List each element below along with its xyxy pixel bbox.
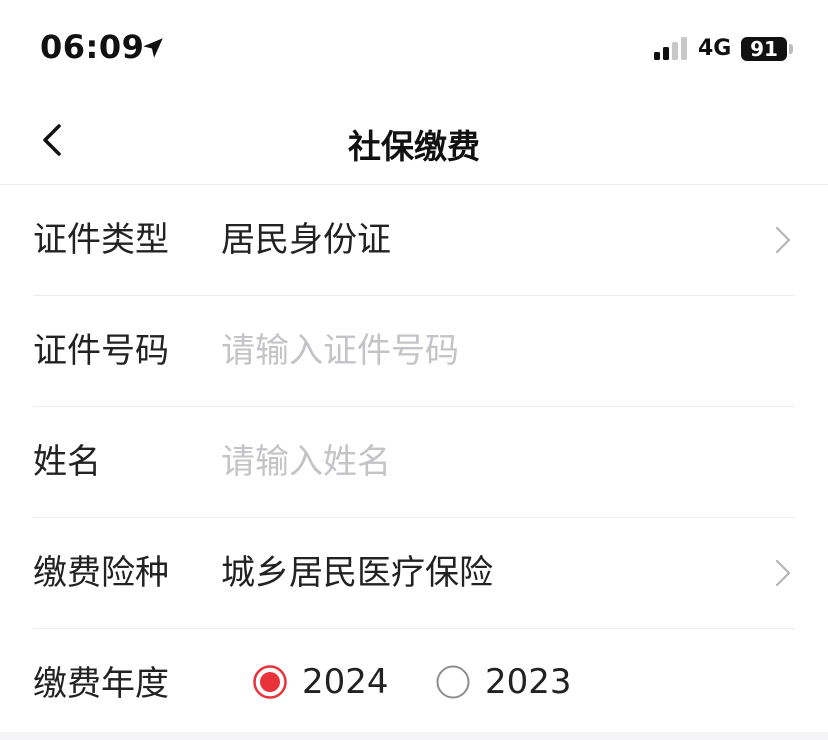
section-separator	[0, 732, 828, 740]
cellular-signal-icon	[654, 37, 687, 60]
id-type-value: 居民身份证	[221, 220, 391, 260]
battery-tip	[789, 44, 793, 54]
id-number-label: 证件号码	[33, 331, 169, 371]
status-bar: 06:09 4G 91	[0, 0, 828, 100]
id-number-row: 证件号码	[33, 296, 795, 407]
battery-level: 91	[750, 37, 778, 61]
payment-year-label: 缴费年度	[33, 664, 169, 704]
insurance-type-row[interactable]: 缴费险种 城乡居民医疗保险	[33, 518, 795, 629]
payment-form: 证件类型 居民身份证 证件号码 姓名 缴费险种 城乡居民医疗保险 缴费年度 20…	[0, 185, 828, 739]
name-input[interactable]	[221, 435, 781, 489]
page-title: 社保缴费	[348, 127, 480, 166]
id-type-row[interactable]: 证件类型 居民身份证	[33, 185, 795, 296]
battery-icon: 91	[741, 37, 787, 61]
id-type-label: 证件类型	[33, 220, 169, 260]
insurance-type-value: 城乡居民医疗保险	[221, 553, 493, 593]
insurance-type-label: 缴费险种	[33, 553, 169, 593]
year-option-label: 2023	[485, 662, 572, 702]
name-row: 姓名	[33, 407, 795, 518]
location-arrow-icon	[143, 38, 163, 58]
status-time: 06:09	[40, 28, 145, 66]
radio-unselected-icon	[436, 665, 470, 699]
year-option-label: 2024	[302, 662, 389, 702]
network-type-label: 4G	[698, 36, 732, 61]
chevron-right-icon	[775, 226, 791, 254]
navigation-bar: 社保缴费	[0, 100, 828, 185]
chevron-right-icon	[775, 559, 791, 587]
name-label: 姓名	[33, 442, 101, 482]
id-number-input[interactable]	[221, 324, 781, 378]
payment-year-row: 缴费年度 2024 2023	[33, 629, 795, 739]
radio-selected-icon	[253, 665, 287, 699]
